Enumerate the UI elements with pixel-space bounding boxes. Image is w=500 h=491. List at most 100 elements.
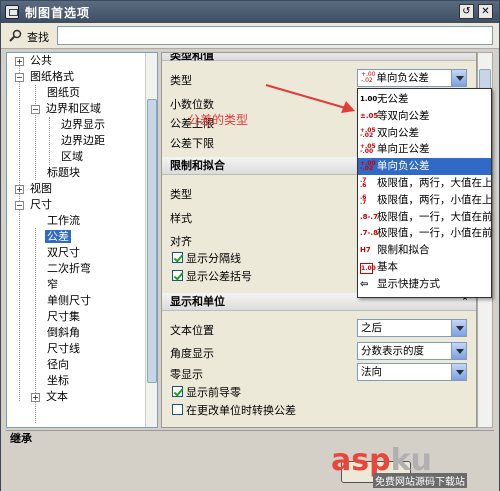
dropdown-item[interactable]: ⇦ 显示快捷方式: [358, 276, 491, 293]
convert-on-unit-change-checkbox[interactable]: [172, 404, 183, 415]
tree-label: 倒斜角: [47, 326, 80, 339]
collapse-icon[interactable]: ⌃: [460, 297, 470, 307]
app-icon: [5, 5, 19, 19]
dropdown-item[interactable]: .6.7 极限值，两行，小值在上: [358, 192, 493, 209]
dropdown-item[interactable]: ±.05 等双向公差: [358, 108, 491, 125]
tolerance-type-dropdown[interactable]: 1.00 无公差 ±.05 等双向公差 +.05 -.02 双向公差 +.05 -.…: [357, 88, 493, 298]
text-position-select[interactable]: 之后: [357, 319, 467, 337]
tree-item-workflow[interactable]: 工作流: [47, 213, 80, 229]
section-title: 显示和单位: [170, 295, 225, 308]
tree-item-dimension-line[interactable]: 尺寸线: [47, 341, 80, 357]
dropdown-item-label: 等双向公差: [377, 109, 430, 122]
show-leading-zero-checkbox[interactable]: [172, 386, 183, 397]
zero-display-label: 零显示: [170, 368, 203, 381]
tree-label: 尺寸线: [47, 342, 80, 355]
zero-display-select[interactable]: 法向: [357, 363, 467, 381]
dropdown-item-label: 极限值，一行，小值在前: [377, 227, 493, 240]
expand-icon[interactable]: +: [15, 57, 24, 66]
type-select[interactable]: +.00 -.02 单向负公差: [357, 69, 467, 87]
tree-item-single-sided[interactable]: 单侧尺寸: [47, 293, 91, 309]
expand-icon[interactable]: +: [31, 393, 40, 402]
dropdown-item[interactable]: H7 限制和拟合: [358, 242, 491, 259]
tree-label: 尺寸: [30, 198, 52, 211]
limit-two-line-small-top-icon: .6.7: [360, 193, 367, 206]
tree-item-border-display[interactable]: 边界显示: [61, 117, 105, 133]
collapse-icon[interactable]: −: [15, 201, 24, 210]
tree-scroll-thumb[interactable]: [147, 99, 157, 383]
tree-item-narrow[interactable]: 窄: [47, 277, 58, 293]
chevron-down-icon[interactable]: [451, 320, 466, 336]
chevron-down-icon[interactable]: [451, 343, 466, 359]
annotation-arrow-icon: [265, 84, 355, 113]
tree-item-radial[interactable]: 径向: [47, 357, 69, 373]
tree-item-zone[interactable]: 区域: [61, 149, 83, 165]
zero-display-value: 法向: [361, 366, 382, 378]
tree-label: 边界显示: [61, 118, 105, 131]
limit-one-line-large-first-icon: .8-.7: [360, 212, 378, 221]
unilateral-plus-icon: +.05 -.00: [360, 143, 376, 156]
tree-label: 单侧尺寸: [47, 294, 91, 307]
dropdown-item[interactable]: +.00 -.02 单向负公差: [358, 158, 491, 175]
tree-item-tolerance[interactable]: 公差: [45, 229, 71, 245]
search-input[interactable]: [57, 26, 493, 45]
collapse-icon[interactable]: −: [15, 73, 24, 82]
chevron-down-icon[interactable]: [451, 70, 466, 86]
tree-label: 坐标: [47, 374, 69, 387]
tree-scrollbar[interactable]: [145, 53, 157, 427]
dropdown-item-label: 双向公差: [377, 126, 419, 139]
tree-item-border-margin[interactable]: 边界边距: [61, 133, 105, 149]
tree-label: 图纸页: [47, 86, 80, 99]
dropdown-item[interactable]: .8-.7 极限值，一行，大值在前: [358, 209, 493, 226]
collapse-icon[interactable]: ⌃: [460, 53, 470, 59]
show-separator-label: 显示分隔线: [186, 252, 241, 265]
decimals-label: 小数位数: [170, 98, 214, 111]
tree-item-ordinate[interactable]: 坐标: [47, 373, 69, 389]
basic-icon: 1.00: [360, 263, 376, 274]
dropdown-item[interactable]: 1.00 无公差: [358, 91, 491, 108]
tree-item-sheet[interactable]: 图纸页: [47, 85, 80, 101]
section-header-type-value[interactable]: 类型和值 ⌃: [162, 53, 476, 62]
tree-label: 工作流: [47, 214, 80, 227]
tree-label: 径向: [47, 358, 69, 371]
dropdown-item-label: 限制和拟合: [377, 244, 430, 257]
dropdown-item-label: 极限值，一行，大值在前: [377, 210, 493, 223]
section-title: 限制和拟合: [170, 159, 225, 172]
tree-item-dimension-set[interactable]: 尺寸集: [47, 309, 80, 325]
tree-guide-line: [19, 61, 20, 401]
dropdown-item[interactable]: +.05 -.02 双向公差: [358, 125, 491, 142]
unilateral-minus-icon: +.00 -.02: [360, 160, 376, 173]
annotation-text: 公差的类型: [188, 113, 249, 127]
show-brackets-label: 显示公差括号: [186, 270, 252, 283]
chevron-down-icon[interactable]: [451, 364, 466, 380]
tree-guide-line: [49, 117, 50, 165]
equal-bilateral-icon: ±.05: [360, 111, 379, 120]
title-bar[interactable]: 制图首选项 ↺ ✕: [1, 1, 499, 23]
tree-item-secondary-fold[interactable]: 二次折弯: [47, 261, 91, 277]
tree-item-title-block[interactable]: 标题块: [47, 165, 80, 181]
tree-label: 文本: [46, 390, 68, 403]
dropdown-item[interactable]: .7.6 极限值，两行，大值在上: [358, 175, 493, 192]
reset-icon[interactable]: ↺: [459, 4, 474, 19]
dropdown-item[interactable]: .7-.8 极限值，一行，小值在前: [358, 225, 493, 242]
search-bar: 查找: [1, 23, 499, 49]
tree-item-dual-dimension[interactable]: 双尺寸: [47, 245, 80, 261]
text-position-label: 文本位置: [170, 324, 214, 337]
style-label: 样式: [170, 212, 192, 225]
watermark-subtitle: 免费网站源码下载站: [373, 473, 467, 488]
tree-label: 边界和区域: [46, 102, 101, 115]
dropdown-item-label: 无公差: [377, 93, 409, 105]
dropdown-item[interactable]: 1.00 基本: [358, 259, 491, 276]
tree-item-chamfer[interactable]: 倒斜角: [47, 325, 80, 341]
angle-display-select[interactable]: 分数表示的度: [357, 342, 467, 360]
close-icon[interactable]: ✕: [478, 4, 493, 19]
dropdown-item-label: 基本: [377, 261, 398, 273]
show-brackets-checkbox[interactable]: [172, 270, 183, 281]
show-separator-checkbox[interactable]: [172, 252, 183, 263]
collapse-icon[interactable]: −: [31, 105, 40, 114]
dropdown-item[interactable]: +.05 -.00 单向正公差: [358, 141, 491, 158]
tree-label: 公差: [45, 230, 71, 243]
dropdown-item-label: 显示快捷方式: [377, 277, 440, 290]
tree-label: 边界边距: [61, 134, 105, 147]
tree-label: 区域: [61, 150, 83, 163]
expand-icon[interactable]: +: [15, 185, 24, 194]
